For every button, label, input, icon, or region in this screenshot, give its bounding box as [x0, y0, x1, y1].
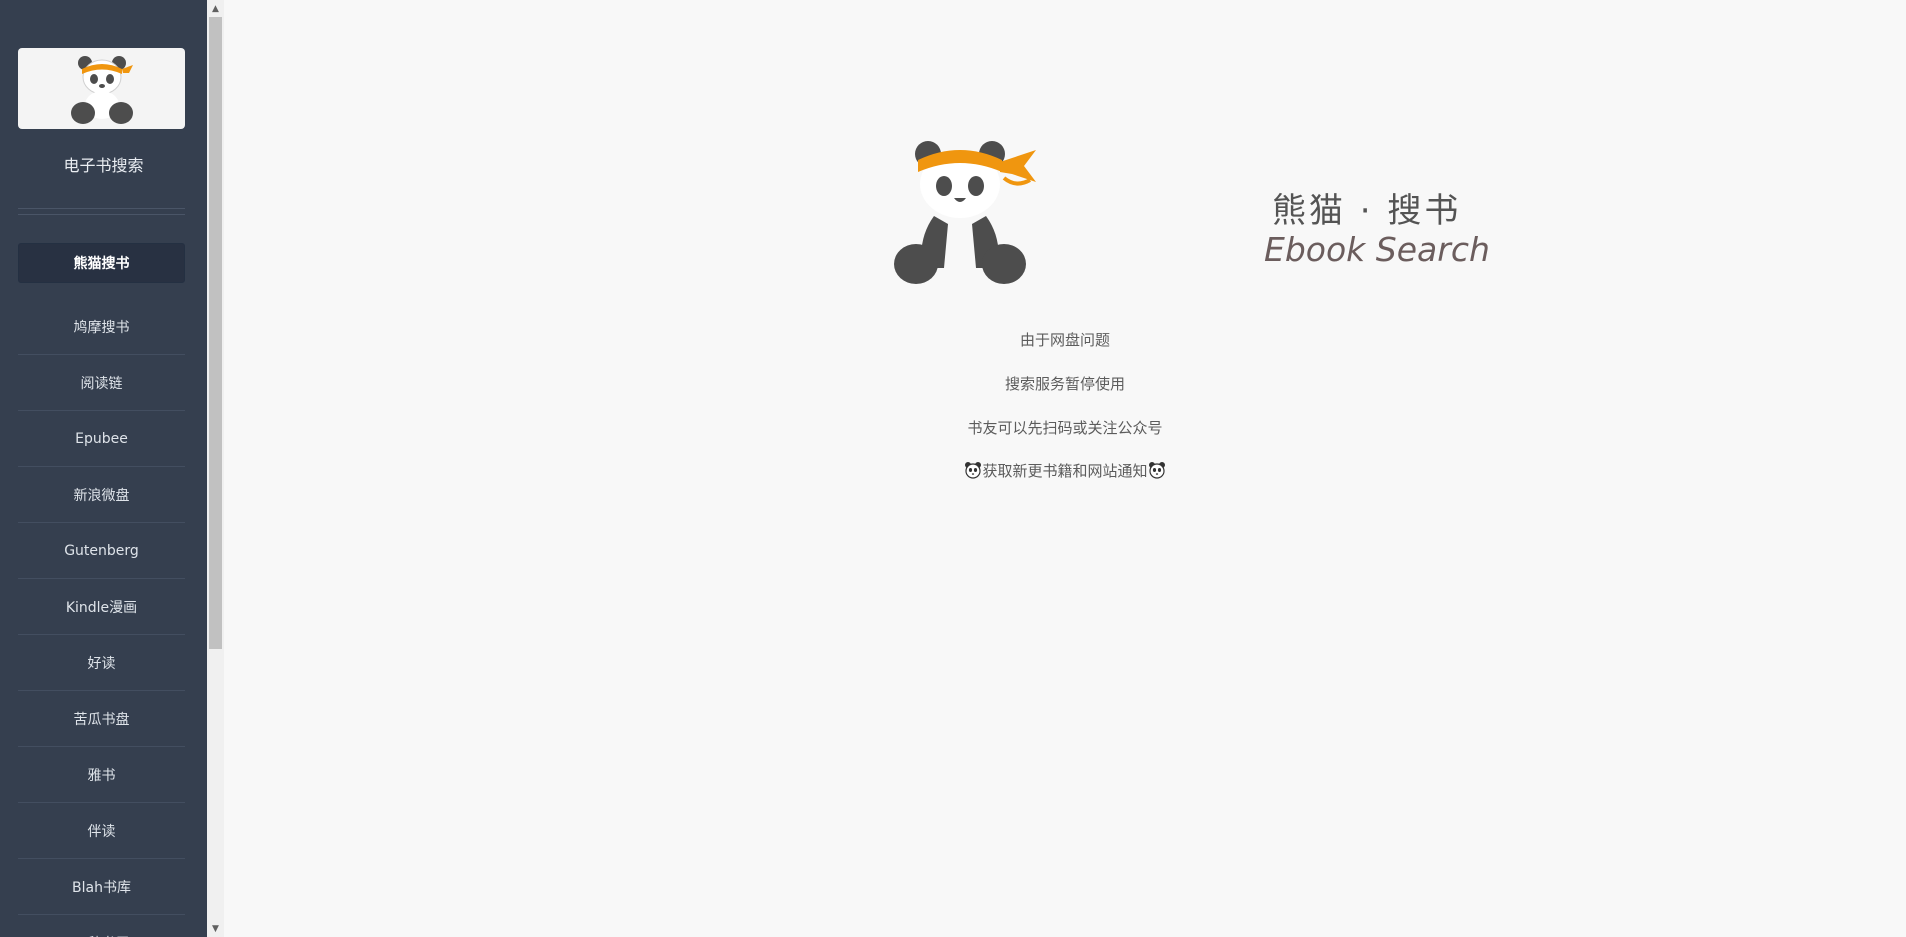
divider [18, 208, 185, 209]
sidebar-item-epubee[interactable]: Epubee [18, 411, 185, 467]
brand-logo: 熊猫 · 搜书 Ebook Search [892, 138, 1490, 288]
notice-line: 由于网盘问题 [1019, 331, 1110, 349]
main-content: 熊猫 · 搜书 Ebook Search 由于网盘问题 搜索服务暂停使用 书友可… [224, 0, 1906, 937]
sidebar-item-yashu[interactable]: 雅书 [18, 747, 185, 803]
notice-line-with-icons: 获取新更书籍和网站通知 [224, 460, 1906, 483]
brand-title-en: Ebook Search [1264, 230, 1490, 269]
scroll-down-arrow-icon[interactable]: ▼ [207, 920, 224, 937]
sidebar-scrollbar[interactable]: ▲ ▼ [207, 0, 224, 937]
brand-title-cn: 熊猫 · 搜书 [1272, 191, 1462, 231]
notice-text: 获取新更书籍和网站通知 [982, 462, 1148, 480]
panda-logo-icon [70, 55, 133, 124]
sidebar: 电子书搜索 熊猫搜书 鸠摩搜书 阅读链 Epubee 新浪微盘 Gutenber… [0, 0, 207, 937]
scroll-up-arrow-icon[interactable]: ▲ [207, 0, 224, 17]
panda-face-icon [1148, 461, 1166, 483]
site-title: 电子书搜索 [63, 156, 144, 175]
panda-mascot-icon [894, 141, 1036, 284]
sidebar-item-panda-search[interactable]: 熊猫搜书 [18, 243, 185, 283]
sidebar-item-blah[interactable]: Blah书库 [18, 859, 185, 915]
notice-line: 书友可以先扫码或关注公众号 [967, 419, 1163, 437]
sidebar-item-sanqiu[interactable]: 三秋书屋 [18, 915, 185, 937]
sidebar-item-gutenberg[interactable]: Gutenberg [18, 523, 185, 579]
scrollbar-thumb[interactable] [209, 17, 222, 649]
sidebar-logo[interactable] [18, 48, 185, 129]
sidebar-item-kugua[interactable]: 苦瓜书盘 [18, 691, 185, 747]
sidebar-item-bandu[interactable]: 伴读 [18, 803, 185, 859]
sidebar-item-jiumo-search[interactable]: 鸠摩搜书 [18, 299, 185, 355]
sidebar-item-haodu[interactable]: 好读 [18, 635, 185, 691]
sidebar-nav: 熊猫搜书 鸠摩搜书 阅读链 Epubee 新浪微盘 Gutenberg Kind… [18, 243, 185, 937]
divider [18, 214, 185, 215]
panda-face-icon [964, 461, 982, 483]
notice-line: 搜索服务暂停使用 [1004, 375, 1125, 393]
sidebar-item-kindle-manga[interactable]: Kindle漫画 [18, 579, 185, 635]
sidebar-item-yuedulian[interactable]: 阅读链 [18, 355, 185, 411]
sidebar-item-sina-weipan[interactable]: 新浪微盘 [18, 467, 185, 523]
